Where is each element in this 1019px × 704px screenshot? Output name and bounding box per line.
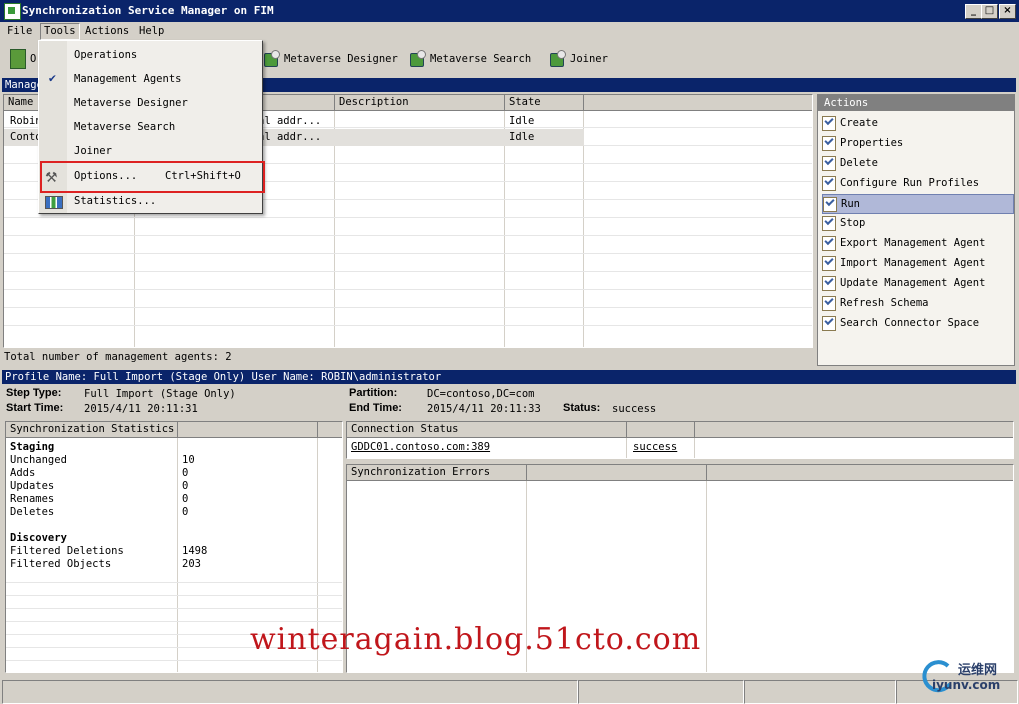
step-type-value: Full Import (Stage Only) bbox=[84, 388, 236, 400]
toolbar-joiner-button[interactable]: Joiner bbox=[548, 48, 608, 70]
action-properties[interactable]: Properties bbox=[822, 134, 1012, 152]
menu-help[interactable]: Help bbox=[136, 24, 167, 39]
action-create[interactable]: Create bbox=[822, 114, 1012, 132]
toolbar-metaverse-search-button[interactable]: Metaverse Search bbox=[408, 48, 531, 70]
stat-value-deletes: 0 bbox=[182, 506, 189, 518]
action-icon bbox=[822, 135, 836, 151]
action-export-management-agent[interactable]: Export Management Agent bbox=[822, 234, 1012, 252]
stat-label-adds: Adds bbox=[10, 467, 36, 479]
column-header-extra[interactable] bbox=[584, 95, 812, 111]
sync-stats-header: Synchronization Statistics bbox=[6, 422, 178, 438]
app-icon bbox=[4, 3, 21, 20]
action-icon bbox=[822, 275, 836, 291]
joiner-icon bbox=[548, 50, 566, 68]
column-header-state[interactable]: State bbox=[505, 95, 584, 111]
metaverse-search-icon bbox=[408, 50, 426, 68]
menu-item-management-agents[interactable]: ✔ Management Agents bbox=[39, 68, 261, 90]
action-icon bbox=[822, 315, 836, 331]
action-update-management-agent[interactable]: Update Management Agent bbox=[822, 274, 1012, 292]
window-title: Synchronization Service Manager on FIM bbox=[22, 4, 274, 17]
stat-value-unchanged: 10 bbox=[182, 454, 195, 466]
action-refresh-schema[interactable]: Refresh Schema bbox=[822, 294, 1012, 312]
menu-item-operations[interactable]: Operations bbox=[39, 44, 261, 66]
status-value: success bbox=[612, 403, 657, 415]
action-icon bbox=[822, 155, 836, 171]
total-agents-text: Total number of management agents: 2 bbox=[4, 351, 232, 363]
connection-status-header: Connection Status bbox=[347, 422, 627, 438]
connection-status-panel[interactable]: Connection Status GDDC01.contoso.com:389… bbox=[346, 421, 1014, 459]
menu-tools[interactable]: Tools bbox=[40, 23, 80, 40]
checkmark-icon: ✔ bbox=[48, 73, 57, 85]
action-configure-run-profiles[interactable]: Configure Run Profiles bbox=[822, 174, 1012, 192]
close-button[interactable]: × bbox=[999, 4, 1016, 19]
action-icon bbox=[822, 115, 836, 131]
action-icon bbox=[822, 255, 836, 271]
connection-result-link[interactable]: success bbox=[633, 441, 677, 453]
menu-item-statistics[interactable]: Statistics... bbox=[39, 190, 261, 212]
menu-item-metaverse-search[interactable]: Metaverse Search bbox=[39, 116, 261, 138]
metaverse-designer-icon bbox=[262, 50, 280, 68]
menu-file[interactable]: File bbox=[4, 24, 35, 39]
discovery-title: Discovery bbox=[10, 532, 67, 544]
minimize-button[interactable]: _ bbox=[965, 4, 982, 19]
action-import-management-agent[interactable]: Import Management Agent bbox=[822, 254, 1012, 272]
action-run[interactable]: Run bbox=[822, 194, 1014, 214]
stat-value-renames: 0 bbox=[182, 493, 189, 505]
action-icon bbox=[822, 235, 836, 251]
site-logo: 运维网 iyunv.com bbox=[918, 656, 1016, 696]
action-icon bbox=[822, 215, 836, 231]
status-bar bbox=[0, 677, 1019, 704]
actions-title: Actions bbox=[818, 95, 1014, 111]
action-icon bbox=[822, 295, 836, 311]
options-highlight-box bbox=[40, 161, 265, 193]
stat-label-filtered-deletions: Filtered Deletions bbox=[10, 545, 124, 557]
end-time-value: 2015/4/11 20:11:33 bbox=[427, 403, 541, 415]
sync-errors-header: Synchronization Errors bbox=[347, 465, 527, 481]
stat-label-updates: Updates bbox=[10, 480, 55, 492]
column-header-description[interactable]: Description bbox=[335, 95, 505, 111]
stat-label-deletes: Deletes bbox=[10, 506, 55, 518]
connection-server-link[interactable]: GDDC01.contoso.com:389 bbox=[351, 441, 490, 453]
menu-bar: File Tools Actions Help bbox=[0, 22, 1019, 40]
partition-value: DC=contoso,DC=com bbox=[427, 388, 535, 400]
operations-icon bbox=[10, 49, 26, 69]
tools-menu-dropdown: Operations ✔ Management Agents Metaverse… bbox=[38, 40, 265, 214]
menu-item-metaverse-designer[interactable]: Metaverse Designer bbox=[39, 92, 261, 114]
action-search-connector-space[interactable]: Search Connector Space bbox=[822, 314, 1012, 332]
end-time-label: End Time: bbox=[349, 402, 402, 414]
stat-label-unchanged: Unchanged bbox=[10, 454, 67, 466]
toolbar-metaverse-designer-button[interactable]: Metaverse Designer bbox=[262, 48, 398, 70]
partition-label: Partition: bbox=[349, 387, 398, 399]
stat-value-filtered-objects: 203 bbox=[182, 558, 201, 570]
staging-title: Staging bbox=[10, 441, 55, 453]
status-label: Status: bbox=[563, 402, 601, 414]
action-icon bbox=[822, 175, 836, 191]
statistics-icon bbox=[45, 196, 63, 209]
action-stop[interactable]: Stop bbox=[822, 214, 1012, 232]
stat-value-filtered-deletions: 1498 bbox=[182, 545, 208, 557]
action-icon bbox=[823, 196, 837, 212]
maximize-button[interactable]: □ bbox=[981, 4, 998, 19]
title-bar: Synchronization Service Manager on FIM _… bbox=[0, 0, 1019, 22]
profile-bar: Profile Name: Full Import (Stage Only) U… bbox=[2, 370, 1016, 384]
stat-label-renames: Renames bbox=[10, 493, 55, 505]
actions-panel: Actions Create Properties Delete Configu… bbox=[817, 94, 1015, 366]
toolbar-operations-button[interactable]: O bbox=[10, 48, 36, 70]
stat-value-adds: 0 bbox=[182, 467, 189, 479]
start-time-value: 2015/4/11 20:11:31 bbox=[84, 403, 198, 415]
menu-item-joiner[interactable]: Joiner bbox=[39, 140, 261, 162]
action-delete[interactable]: Delete bbox=[822, 154, 1012, 172]
stat-value-updates: 0 bbox=[182, 480, 189, 492]
step-type-label: Step Type: bbox=[6, 387, 62, 399]
menu-actions[interactable]: Actions bbox=[82, 24, 132, 39]
start-time-label: Start Time: bbox=[6, 402, 64, 414]
watermark-text: winteragain.blog.51cto.com bbox=[250, 622, 702, 657]
stat-label-filtered-objects: Filtered Objects bbox=[10, 558, 112, 570]
